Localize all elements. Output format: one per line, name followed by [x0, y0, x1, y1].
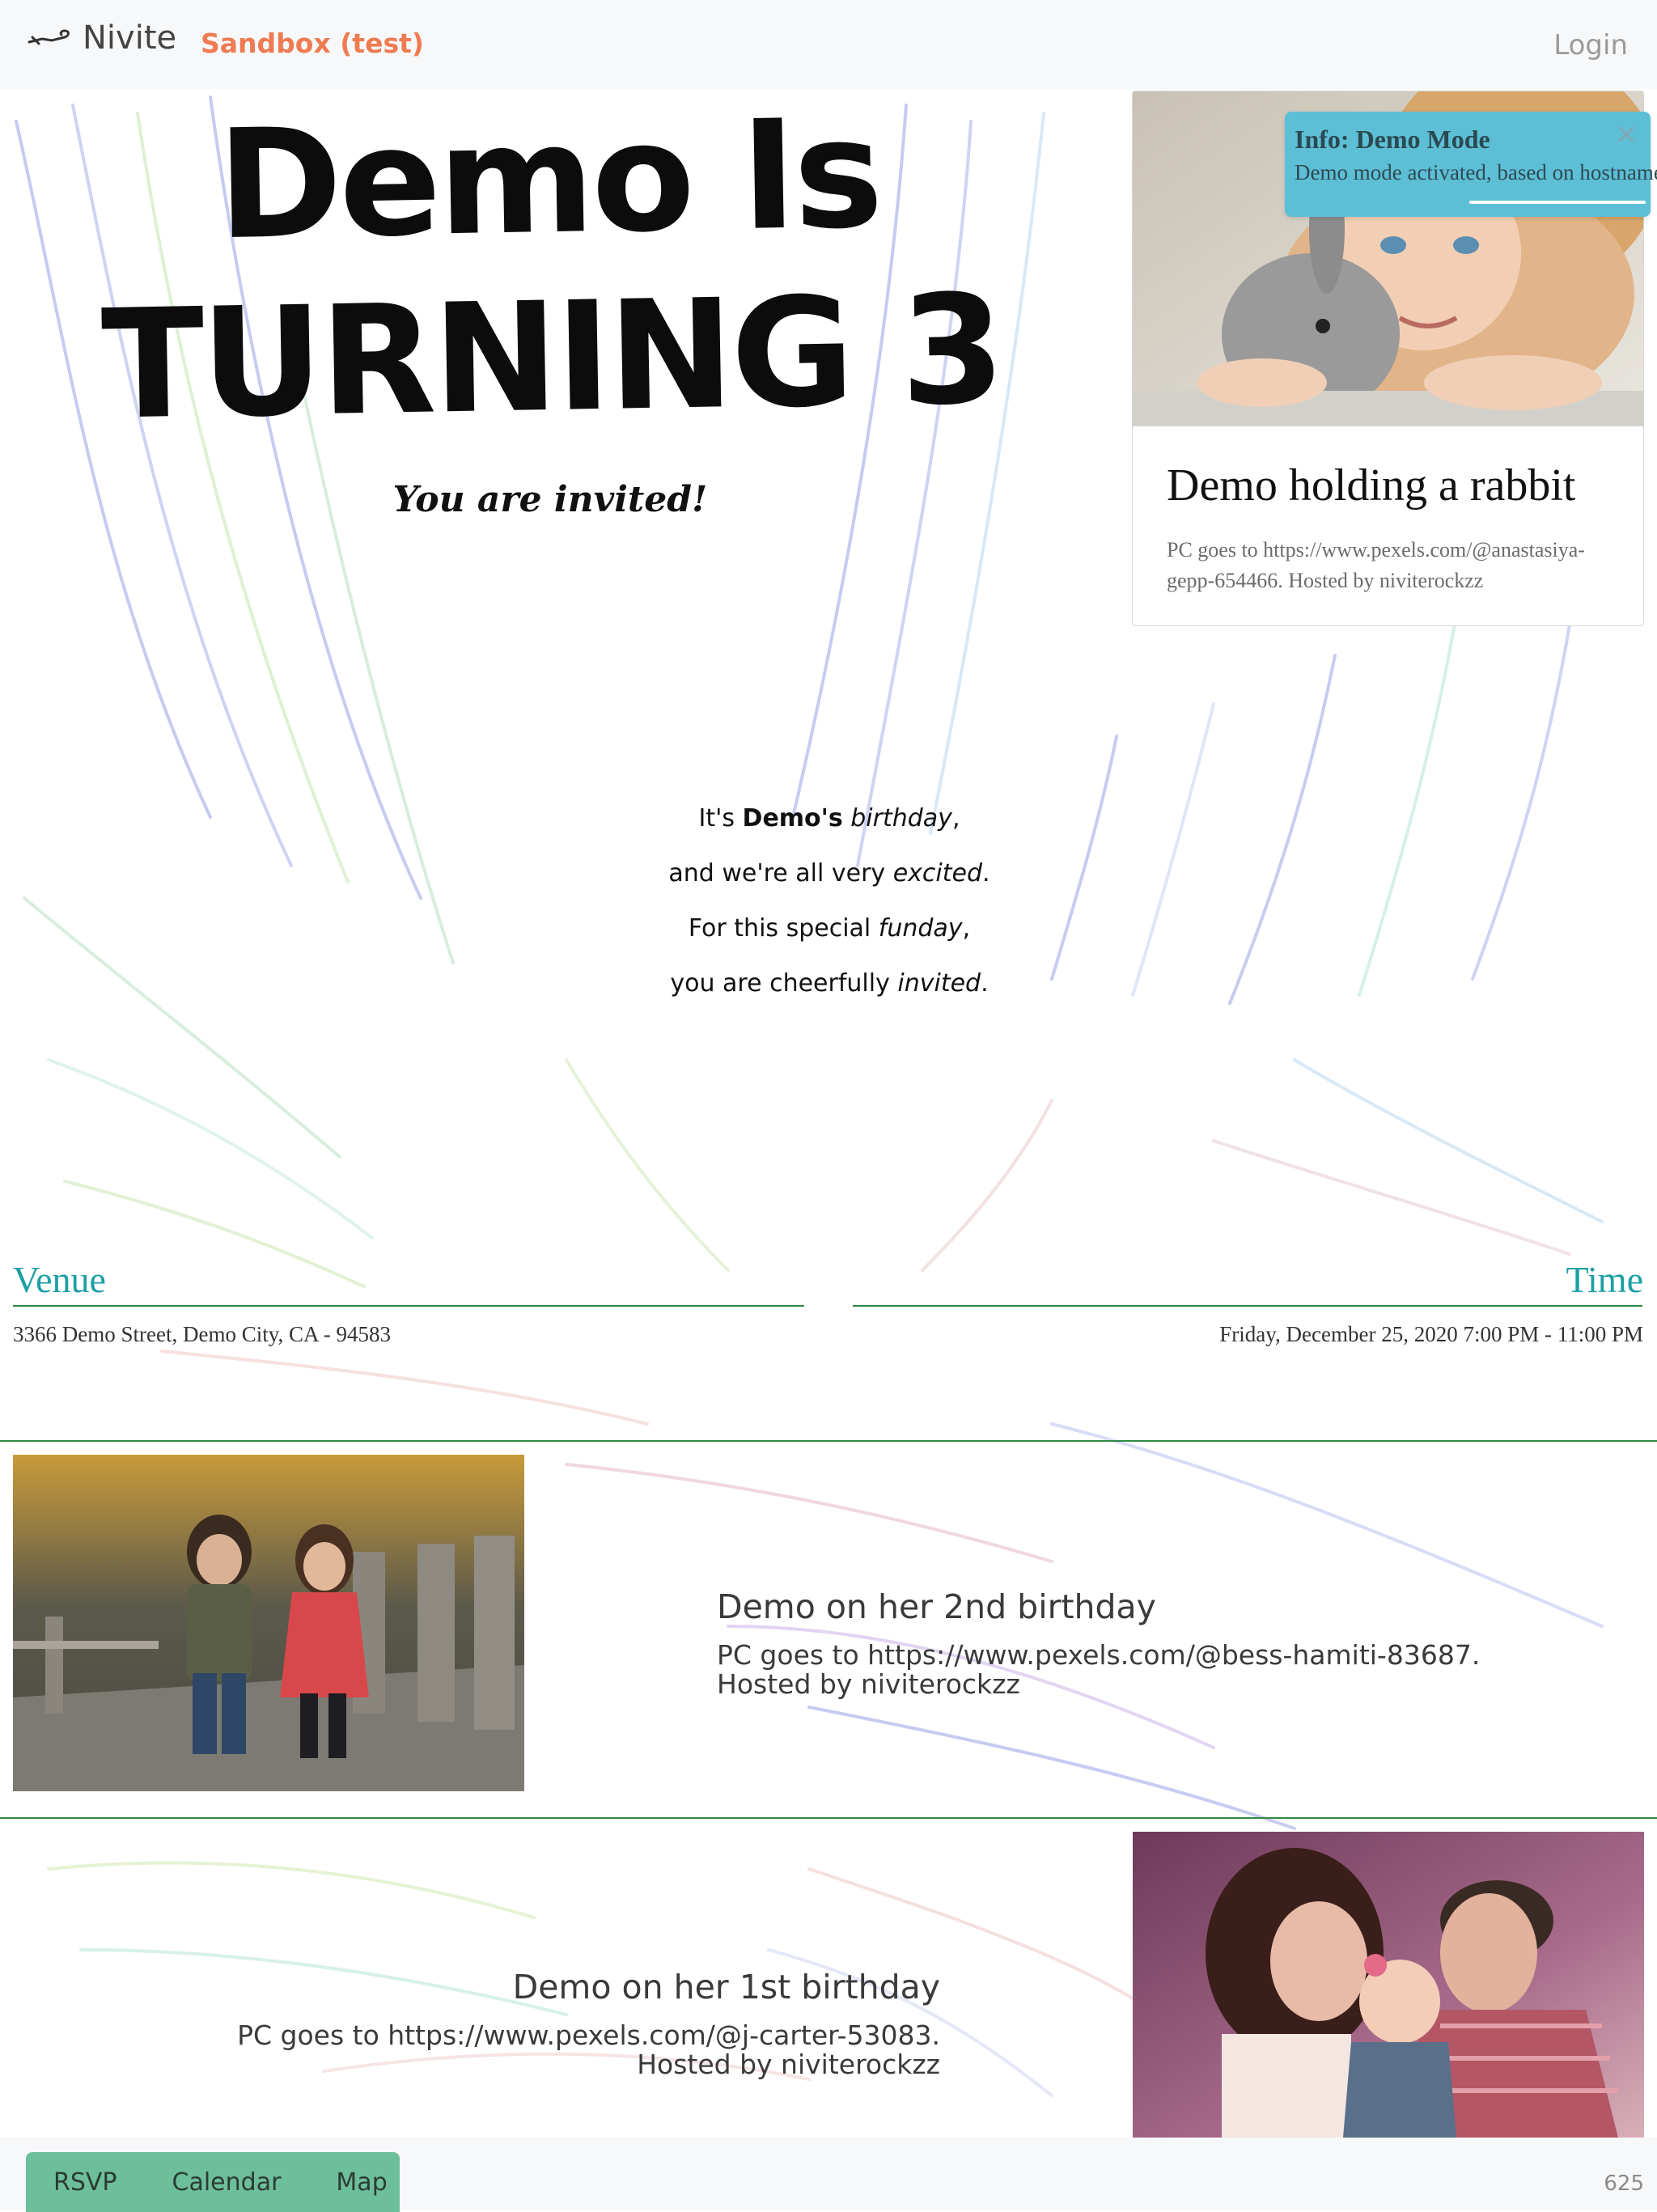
event-time[interactable]: Friday, December 25, 2020 7:00 PM - 11:0…: [1219, 1322, 1643, 1347]
action-button-group: RSVP Calendar Map: [26, 2152, 400, 2212]
photo-caption: PC goes to https://www.pexels.com/@bess-…: [717, 1641, 1480, 1699]
brand-logo-icon: [28, 29, 70, 45]
photo-caption-line: Hosted by niviterockzz: [717, 1668, 1020, 1700]
photo-caption: PC goes to https://www.pexels.com/@j-car…: [237, 2021, 940, 2079]
poem-emphasis: invited: [897, 969, 981, 998]
hero-title-line1: Demo is: [215, 85, 882, 273]
toast-progress-bar: [1469, 201, 1646, 204]
toast-message: Demo mode activated, based on hostname: [1295, 160, 1657, 184]
poem-emphasis: birthday: [850, 804, 952, 833]
poem-text: ,: [951, 804, 960, 833]
poem-text: ,: [962, 914, 971, 943]
venue-heading: Venue: [13, 1259, 106, 1300]
time-heading: Time: [1566, 1259, 1643, 1300]
poem-text: It's: [698, 804, 743, 833]
section-divider: [0, 1817, 1657, 1819]
two-kids-photo: [13, 1455, 524, 1791]
poem-line: and we're all very excited.: [502, 851, 1157, 906]
featured-photo-caption: PC goes to https://www.pexels.com/@anast…: [1167, 538, 1585, 592]
venue-divider: [13, 1305, 804, 1307]
map-button[interactable]: Map: [308, 2168, 414, 2197]
view-counter: 625: [1604, 2172, 1644, 2196]
demo-mode-toast: Info: Demo Mode Demo mode activated, bas…: [1285, 112, 1657, 217]
top-navbar: Nivite Sandbox (test) Login: [0, 0, 1657, 89]
poem-text: .: [981, 969, 989, 998]
poem-text: .: [982, 859, 990, 888]
poem-emphasis: excited: [892, 859, 983, 888]
poem-line: For this special funday,: [502, 906, 1157, 961]
poem-text: [843, 804, 851, 833]
hero-title-line2: turning 3: [100, 261, 1003, 453]
brand-link[interactable]: Nivite: [28, 19, 176, 57]
bottom-toolbar: RSVP Calendar Map 625: [0, 2138, 1657, 2212]
poem-emphasis: funday: [878, 914, 963, 943]
photo-caption-line: PC goes to https://www.pexels.com/@bess-…: [717, 1639, 1481, 1671]
featured-photo-title: Demo holding a rabbit: [1167, 460, 1576, 511]
hero-subtitle: You are invited!: [392, 479, 708, 520]
toast-title: Info: Demo Mode: [1295, 125, 1490, 154]
brand-name: Nivite: [83, 19, 177, 57]
invitation-poem: It's Demo's birthday, and we're all very…: [502, 796, 1157, 1016]
photo-title: Demo on her 1st birthday: [512, 1968, 940, 2006]
calendar-button[interactable]: Calendar: [145, 2168, 309, 2197]
poem-text: For this special: [688, 914, 879, 943]
time-divider: [853, 1305, 1642, 1307]
poem-text: you are cheerfully: [670, 969, 898, 998]
photo-caption-line: Hosted by niviterockzz: [637, 2049, 940, 2080]
poem-line: It's Demo's birthday,: [502, 796, 1157, 851]
rsvp-button[interactable]: RSVP: [26, 2168, 145, 2197]
poem-text: and we're all very: [668, 859, 893, 888]
environment-badge: Sandbox (test): [201, 28, 424, 59]
photo-caption-line: PC goes to https://www.pexels.com/@j-car…: [237, 2019, 940, 2051]
poem-line: you are cheerfully invited.: [502, 961, 1157, 1016]
login-link[interactable]: Login: [1553, 29, 1628, 61]
venue-address[interactable]: 3366 Demo Street, Demo City, CA - 94583: [13, 1322, 391, 1347]
photo-title: Demo on her 2nd birthday: [717, 1587, 1156, 1626]
family-photo: [1133, 1832, 1644, 2138]
hero-title: Demo is turning 3: [94, 83, 1006, 454]
section-divider: [0, 1440, 1657, 1442]
poem-name: Demo's: [742, 804, 843, 833]
close-icon[interactable]: [1615, 123, 1638, 146]
